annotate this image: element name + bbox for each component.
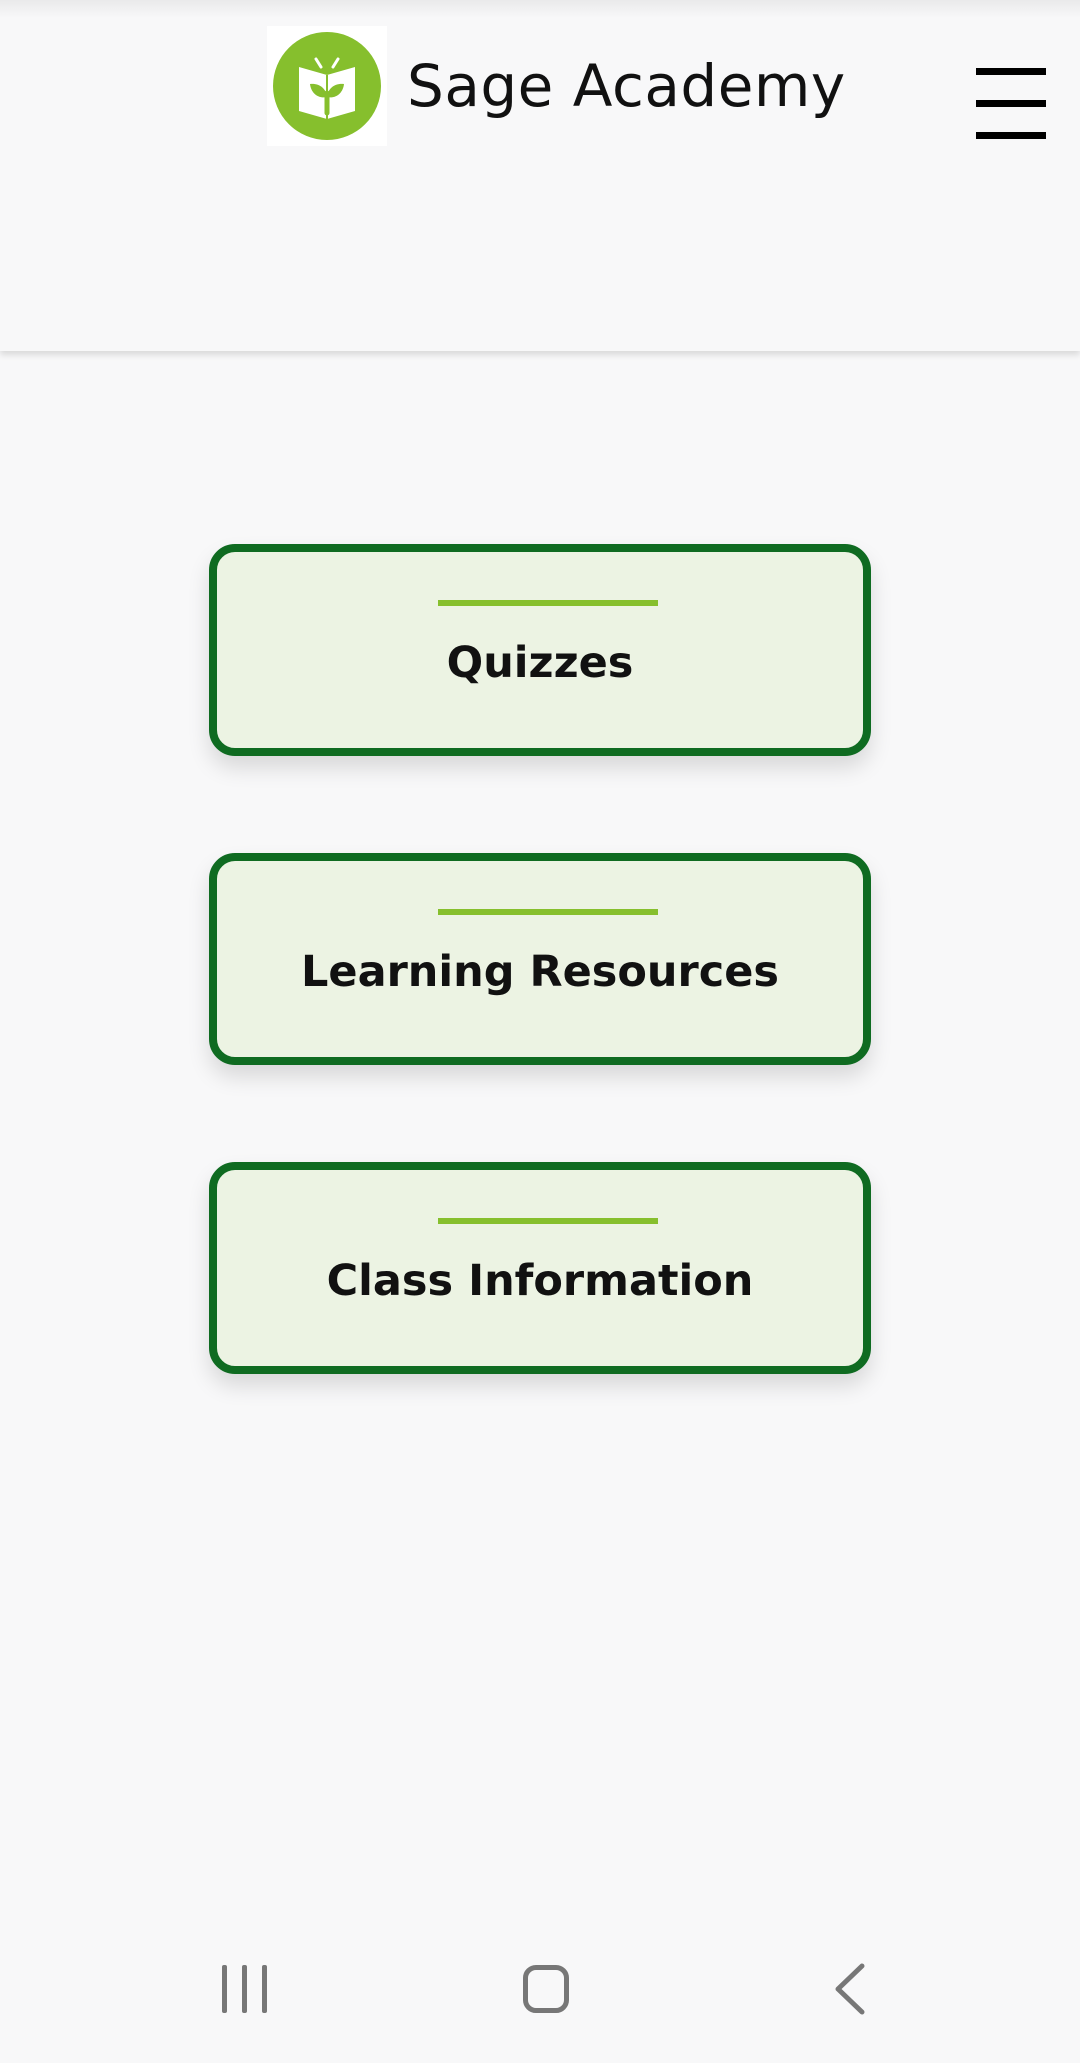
app-title: Sage Academy: [407, 52, 846, 120]
brand[interactable]: Sage Academy: [267, 26, 846, 146]
app-logo: [267, 26, 387, 146]
home-icon[interactable]: [523, 1965, 569, 2013]
card-accent-line: [438, 1218, 658, 1224]
system-navigation-bar: [0, 1900, 1080, 2063]
card-accent-line: [438, 909, 658, 915]
card-label: Quizzes: [446, 638, 634, 688]
book-sprout-logo-icon: [273, 32, 381, 140]
card-accent-line: [438, 600, 658, 606]
hamburger-menu-icon[interactable]: [973, 68, 1049, 144]
recent-apps-icon[interactable]: [222, 1965, 268, 2013]
app-header: Sage Academy: [0, 0, 1080, 351]
quizzes-button[interactable]: Quizzes: [209, 544, 871, 756]
card-label: Class Information: [326, 1256, 754, 1306]
card-label: Learning Resources: [301, 947, 779, 997]
back-icon[interactable]: [830, 1962, 870, 2016]
learning-resources-button[interactable]: Learning Resources: [209, 853, 871, 1065]
class-information-button[interactable]: Class Information: [209, 1162, 871, 1374]
